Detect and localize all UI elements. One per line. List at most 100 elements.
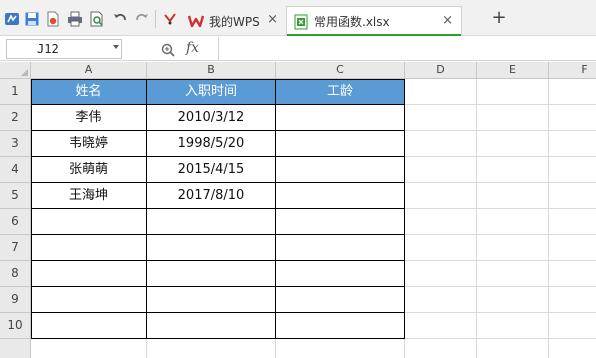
redo-icon[interactable] <box>134 11 150 27</box>
cell-f3[interactable] <box>549 131 596 157</box>
cell-d5[interactable] <box>405 183 477 209</box>
cell-a6[interactable] <box>31 209 147 235</box>
cell-c11[interactable] <box>276 339 405 358</box>
column-header-a[interactable]: A <box>31 62 147 79</box>
cell-b8[interactable] <box>147 261 276 287</box>
cell-b11[interactable] <box>147 339 276 358</box>
cell-d6[interactable] <box>405 209 477 235</box>
cell-d9[interactable] <box>405 287 477 313</box>
tab-file-active[interactable]: 常用函数.xlsx × <box>286 6 462 36</box>
row-header-1[interactable]: 1 <box>0 79 31 105</box>
cell-e11[interactable] <box>477 339 549 358</box>
logo-icon[interactable] <box>4 11 20 27</box>
formula-input[interactable] <box>218 37 596 60</box>
cell-d11[interactable] <box>405 339 477 358</box>
cell-a9[interactable] <box>31 287 147 313</box>
close-icon[interactable]: × <box>442 14 453 28</box>
row-header-4[interactable]: 4 <box>0 157 31 183</box>
cell-f4[interactable] <box>549 157 596 183</box>
cell-b2[interactable]: 2010/3/12 <box>147 105 276 131</box>
format-painter-icon[interactable] <box>162 11 178 27</box>
cell-d7[interactable] <box>405 235 477 261</box>
cell-f5[interactable] <box>549 183 596 209</box>
row-header-10[interactable]: 10 <box>0 313 31 339</box>
cell-f1[interactable] <box>549 79 596 105</box>
zoom-icon[interactable] <box>160 42 176 58</box>
cell-b3[interactable]: 1998/5/20 <box>147 131 276 157</box>
cell-e8[interactable] <box>477 261 549 287</box>
cell-a4[interactable]: 张萌萌 <box>31 157 147 183</box>
column-header-d[interactable]: D <box>405 62 477 79</box>
column-header-e[interactable]: E <box>477 62 549 79</box>
print-preview-icon[interactable] <box>89 11 105 27</box>
cell-b6[interactable] <box>147 209 276 235</box>
row-header-11[interactable] <box>0 339 31 358</box>
cell-a3[interactable]: 韦晓婷 <box>31 131 147 157</box>
cell-c3[interactable] <box>276 131 405 157</box>
header-cell-seniority[interactable]: 工龄 <box>276 79 405 105</box>
column-header-f[interactable]: F <box>549 62 596 79</box>
save-icon[interactable] <box>24 11 40 27</box>
cell-d10[interactable] <box>405 313 477 339</box>
cell-d3[interactable] <box>405 131 477 157</box>
cell-f8[interactable] <box>549 261 596 287</box>
export-pdf-icon[interactable] <box>45 11 61 27</box>
cell-d2[interactable] <box>405 105 477 131</box>
row-header-7[interactable]: 7 <box>0 235 31 261</box>
cell-f9[interactable] <box>549 287 596 313</box>
row-header-8[interactable]: 8 <box>0 261 31 287</box>
cell-c7[interactable] <box>276 235 405 261</box>
row-header-6[interactable]: 6 <box>0 209 31 235</box>
cell-f11[interactable] <box>549 339 596 358</box>
row-header-9[interactable]: 9 <box>0 287 31 313</box>
cell-c6[interactable] <box>276 209 405 235</box>
cell-e10[interactable] <box>477 313 549 339</box>
cell-b10[interactable] <box>147 313 276 339</box>
cell-a8[interactable] <box>31 261 147 287</box>
chevron-down-icon[interactable] <box>113 45 119 49</box>
cell-b7[interactable] <box>147 235 276 261</box>
cell-b5[interactable]: 2017/8/10 <box>147 183 276 209</box>
cell-d8[interactable] <box>405 261 477 287</box>
cell-f7[interactable] <box>549 235 596 261</box>
tab-my-wps[interactable]: 我的WPS × <box>182 6 286 36</box>
cell-f6[interactable] <box>549 209 596 235</box>
cell-c9[interactable] <box>276 287 405 313</box>
row-header-5[interactable]: 5 <box>0 183 31 209</box>
cell-b9[interactable] <box>147 287 276 313</box>
cell-b4[interactable]: 2015/4/15 <box>147 157 276 183</box>
column-header-b[interactable]: B <box>147 62 276 79</box>
cell-e1[interactable] <box>477 79 549 105</box>
new-tab-button[interactable]: + <box>490 9 508 28</box>
cell-a7[interactable] <box>31 235 147 261</box>
cell-d1[interactable] <box>405 79 477 105</box>
cell-c10[interactable] <box>276 313 405 339</box>
cell-f10[interactable] <box>549 313 596 339</box>
fx-icon[interactable]: fx <box>186 40 199 56</box>
cell-c2[interactable] <box>276 105 405 131</box>
cell-f2[interactable] <box>549 105 596 131</box>
cell-a11[interactable] <box>31 339 147 358</box>
close-icon[interactable]: × <box>267 13 278 27</box>
column-header-c[interactable]: C <box>276 62 405 79</box>
cell-d4[interactable] <box>405 157 477 183</box>
row-header-2[interactable]: 2 <box>0 105 31 131</box>
cell-e4[interactable] <box>477 157 549 183</box>
header-cell-hire-date[interactable]: 入职时间 <box>147 79 276 105</box>
cell-a2[interactable]: 李伟 <box>31 105 147 131</box>
cell-c4[interactable] <box>276 157 405 183</box>
cell-c5[interactable] <box>276 183 405 209</box>
cell-c8[interactable] <box>276 261 405 287</box>
cell-a5[interactable]: 王海坤 <box>31 183 147 209</box>
cell-e6[interactable] <box>477 209 549 235</box>
header-cell-name[interactable]: 姓名 <box>31 79 147 105</box>
cell-a10[interactable] <box>31 313 147 339</box>
cell-e5[interactable] <box>477 183 549 209</box>
name-box[interactable]: J12 <box>6 39 122 59</box>
undo-icon[interactable] <box>112 11 128 27</box>
print-icon[interactable] <box>67 11 83 27</box>
cell-e2[interactable] <box>477 105 549 131</box>
cell-e3[interactable] <box>477 131 549 157</box>
row-header-3[interactable]: 3 <box>0 131 31 157</box>
select-all-corner[interactable] <box>0 62 31 79</box>
